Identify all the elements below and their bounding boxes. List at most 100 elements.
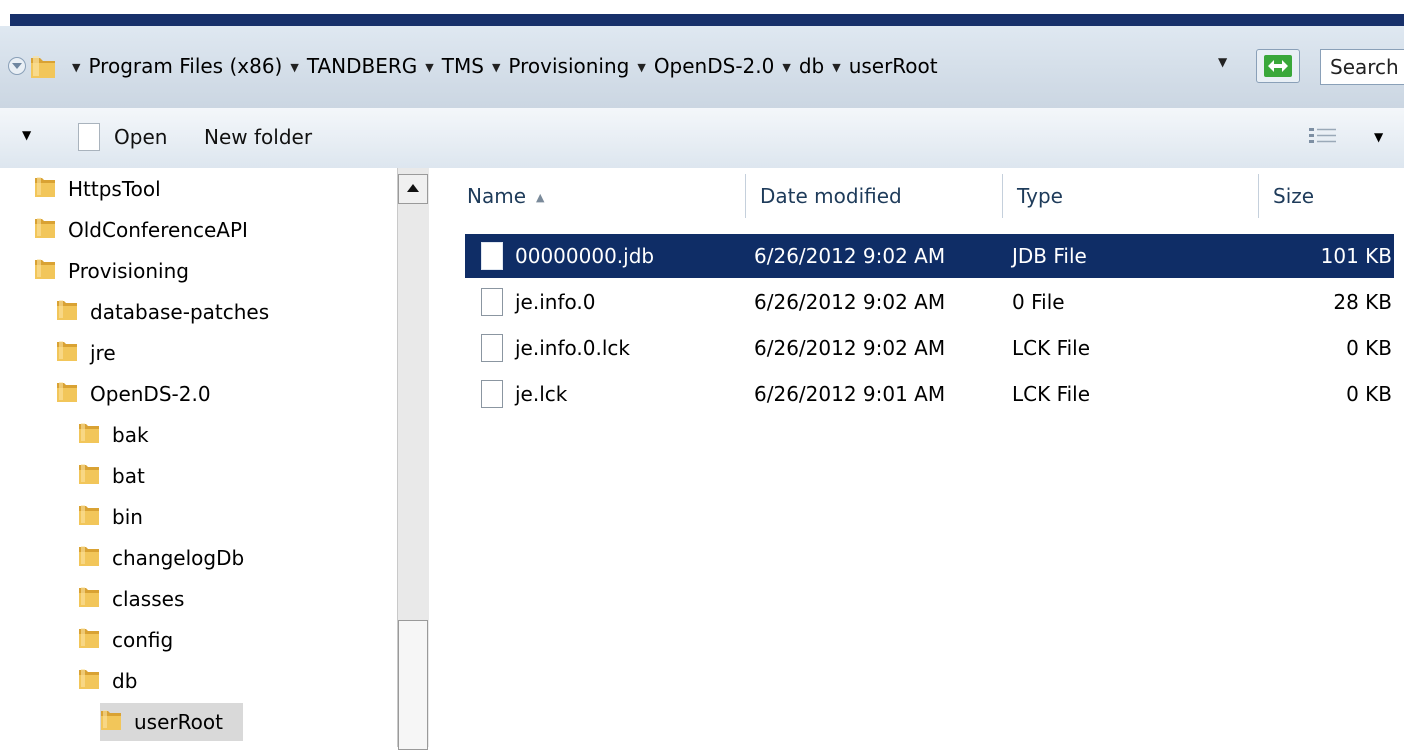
column-date-modified[interactable]: Date modified [746, 174, 1003, 218]
file-row[interactable]: je.lck 6/26/2012 9:01 AM LCK File 0 KB [465, 372, 1394, 416]
folder-icon [34, 257, 56, 286]
tree-item-bin[interactable]: bin [78, 498, 163, 536]
tree-item-label: bin [112, 505, 143, 529]
breadcrumb-separator-icon[interactable]: ▼ [72, 61, 80, 74]
folder-icon [78, 667, 100, 696]
file-icon [78, 123, 100, 151]
tree-item-opends-2-0[interactable]: OpenDS-2.0 [56, 375, 231, 413]
tree-scrollbar[interactable] [397, 168, 429, 750]
search-input[interactable]: Search [1320, 49, 1404, 85]
breadcrumb-item[interactable]: userRoot [849, 54, 938, 78]
breadcrumb-separator-icon[interactable]: ▼ [492, 61, 500, 74]
tree-item-changelogdb[interactable]: changelogDb [78, 539, 264, 577]
folder-icon [100, 708, 122, 737]
folder-icon [78, 503, 100, 532]
file-name: je.info.0 [515, 290, 596, 314]
file-icon [481, 242, 503, 270]
file-size: 0 KB [1346, 382, 1392, 406]
tree-item-db[interactable]: db [78, 662, 157, 700]
address-history-dropdown[interactable]: ▼ [1218, 55, 1227, 69]
tree-item-label: classes [112, 587, 185, 611]
file-icon [481, 380, 503, 408]
column-type[interactable]: Type [1003, 174, 1259, 218]
breadcrumb-item[interactable]: TANDBERG [307, 54, 417, 78]
tree-item-userroot[interactable]: userRoot [100, 703, 243, 741]
file-row[interactable]: 00000000.jdb 6/26/2012 9:02 AM JDB File 101… [465, 234, 1394, 278]
tree-item-label: db [112, 669, 138, 693]
tree-item-bak[interactable]: bak [78, 416, 169, 454]
breadcrumb-item[interactable]: Program Files (x86) [88, 54, 282, 78]
tree-item-oldconferenceapi[interactable]: OldConferenceAPI [34, 211, 268, 249]
file-row[interactable]: je.info.0.lck 6/26/2012 9:02 AM LCK File 0 … [465, 326, 1394, 370]
file-row[interactable]: je.info.0 6/26/2012 9:02 AM 0 File 28 KB [465, 280, 1394, 324]
folder-icon [78, 462, 100, 491]
breadcrumb-separator-icon[interactable]: ▼ [637, 61, 645, 74]
breadcrumb-separator-icon[interactable]: ▼ [425, 61, 433, 74]
file-date-modified: 6/26/2012 9:02 AM [754, 336, 946, 360]
chevron-down-icon [12, 63, 22, 69]
breadcrumb-item[interactable]: TMS [442, 54, 484, 78]
file-date-modified: 6/26/2012 9:01 AM [754, 382, 946, 406]
breadcrumb-separator-icon[interactable]: ▼ [832, 61, 840, 74]
tree-item-httpstool[interactable]: HttpsTool [34, 170, 181, 208]
breadcrumb[interactable]: ▼ Program Files (x86) ▼ TANDBERG ▼ TMS ▼ Provis… [64, 52, 938, 80]
tree-item-label: changelogDb [112, 546, 245, 570]
tree-item-label: jre [90, 341, 116, 365]
breadcrumb-item[interactable]: OpenDS-2.0 [654, 54, 775, 78]
folder-icon [56, 339, 78, 368]
breadcrumb-item[interactable]: Provisioning [508, 54, 629, 78]
tree-item-label: HttpsTool [68, 177, 161, 201]
file-date-modified: 6/26/2012 9:02 AM [754, 244, 946, 268]
scroll-thumb[interactable] [398, 620, 428, 750]
organize-dropdown[interactable]: ▼ [22, 128, 31, 142]
file-name: je.lck [515, 382, 568, 406]
open-button[interactable]: Open [78, 122, 167, 152]
file-size: 101 KB [1320, 244, 1392, 268]
breadcrumb-separator-icon[interactable]: ▼ [290, 61, 298, 74]
scroll-up-button[interactable] [398, 174, 428, 204]
breadcrumb-separator-icon[interactable]: ▼ [782, 61, 790, 74]
navigation-tree: HttpsTool OldConferenceAPI Provisioning dat… [0, 168, 397, 747]
new-folder-button[interactable]: New folder [204, 122, 312, 152]
column-name-label: Name [467, 184, 527, 208]
folder-icon [34, 216, 56, 245]
folder-icon [78, 544, 100, 573]
column-name[interactable]: Name ▲ [453, 174, 746, 218]
file-name: 00000000.jdb [515, 244, 655, 268]
tree-item-label: OpenDS-2.0 [90, 382, 211, 406]
folder-icon [34, 175, 56, 204]
tree-item-provisioning[interactable]: Provisioning [34, 252, 209, 290]
breadcrumb-item[interactable]: db [799, 54, 824, 78]
recent-locations-button[interactable] [8, 57, 26, 75]
view-dropdown[interactable]: ▼ [1374, 130, 1383, 144]
folder-icon [78, 585, 100, 614]
file-name: je.info.0.lck [515, 336, 630, 360]
column-header-row: Name ▲ Date modified Type Size [429, 174, 1404, 218]
file-type: JDB File [1012, 244, 1087, 268]
window-title-bar [10, 14, 1404, 26]
refresh-button[interactable] [1256, 49, 1300, 83]
tree-item-config[interactable]: config [78, 621, 193, 659]
file-type: 0 File [1012, 290, 1065, 314]
column-size[interactable]: Size [1259, 174, 1404, 218]
file-type: LCK File [1012, 336, 1091, 360]
tree-item-label: OldConferenceAPI [68, 218, 248, 242]
chevron-up-icon [407, 184, 419, 192]
refresh-icon [1264, 55, 1292, 77]
folder-icon [78, 626, 100, 655]
tree-item-label: database-patches [90, 300, 270, 324]
folder-icon [78, 421, 100, 450]
view-options-icon[interactable] [1308, 126, 1338, 148]
tree-item-label: bat [112, 464, 145, 488]
tree-item-classes[interactable]: classes [78, 580, 204, 618]
file-size: 28 KB [1333, 290, 1392, 314]
folder-icon [56, 380, 78, 409]
tree-item-bat[interactable]: bat [78, 457, 165, 495]
file-icon [481, 334, 503, 362]
sort-ascending-icon: ▲ [536, 191, 545, 204]
tree-item-database-patches[interactable]: database-patches [56, 293, 289, 331]
file-icon [481, 288, 503, 316]
tree-item-jre[interactable]: jre [56, 334, 136, 372]
tree-item-label: bak [112, 423, 149, 447]
tree-item-label: userRoot [134, 710, 223, 734]
